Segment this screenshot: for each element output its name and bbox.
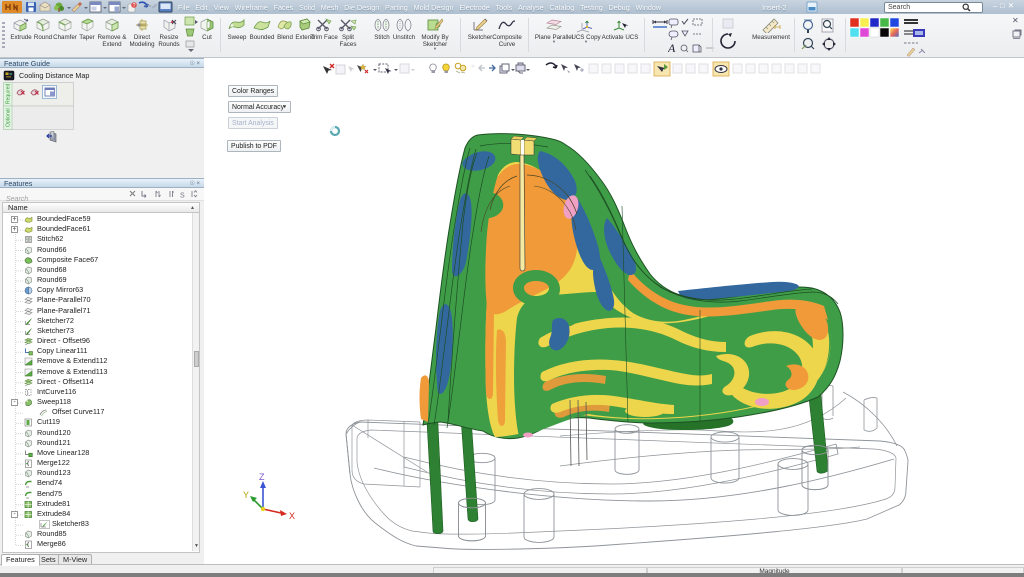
svg-text:Optional: Optional: [6, 108, 12, 127]
svg-text:A: A: [668, 41, 676, 54]
svg-text:X: X: [289, 511, 295, 521]
svg-text:S: S: [180, 193, 185, 200]
svg-text:?: ?: [133, 3, 136, 9]
svg-text:Cooling Distance Map: Cooling Distance Map: [19, 71, 89, 80]
svg-text:Y: Y: [243, 490, 249, 500]
svg-text:Required: Required: [6, 83, 12, 104]
svg-text:Z: Z: [259, 472, 265, 482]
